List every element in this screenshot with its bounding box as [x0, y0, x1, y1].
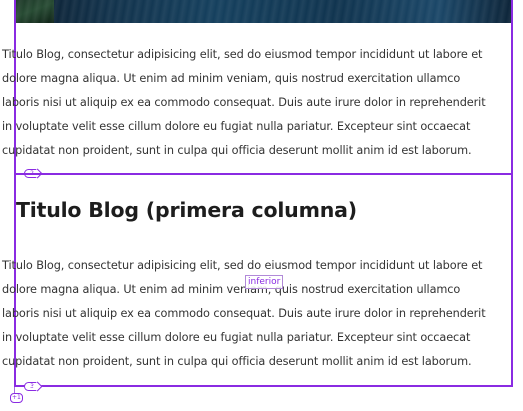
hover-position-label: inferior [245, 275, 284, 289]
blog-block-1-paragraph: Titulo Blog, consectetur adipisicing eli… [2, 48, 486, 157]
outer-container-handle[interactable]: +1 [10, 393, 23, 403]
blog-block-2-heading: Titulo Blog (primera columna) [16, 198, 357, 222]
blog-block-2-paragraph: Titulo Blog, consectetur adipisicing eli… [2, 259, 486, 368]
